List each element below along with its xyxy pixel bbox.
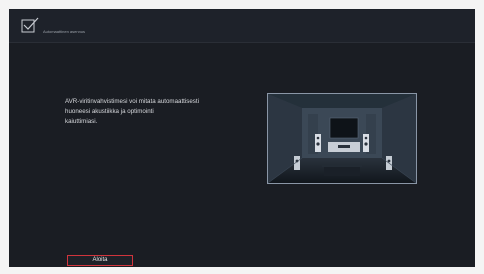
room-illustration — [268, 94, 416, 183]
checkbox-check-icon — [21, 17, 39, 33]
setup-screen: Automaattinen asennus AVR-viritinvahvist… — [9, 9, 475, 267]
description-line: kaiuttimiasi. — [65, 118, 98, 125]
description-text: AVR-viritinvahvistimesi voi mitata autom… — [65, 97, 265, 127]
description-line: huoneesi akustiikka ja optimointi — [65, 108, 154, 115]
description-line: AVR-viritinvahvistimesi voi mitata autom… — [65, 98, 199, 105]
home-theater-illustration — [267, 93, 417, 184]
start-button[interactable]: Aloita — [67, 255, 133, 266]
header-bar: Automaattinen asennus — [9, 9, 475, 43]
header-title: Automaattinen asennus — [43, 29, 86, 34]
